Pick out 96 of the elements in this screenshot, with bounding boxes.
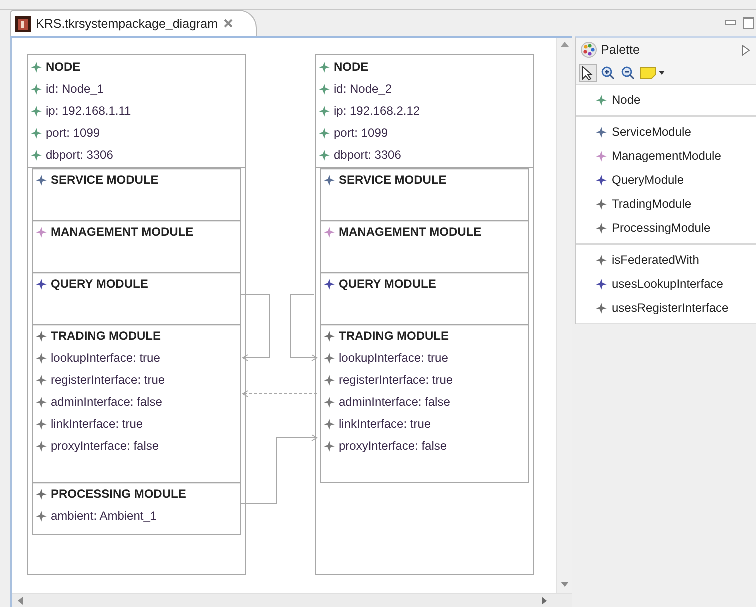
- property-icon: [319, 150, 330, 160]
- module-heading: SERVICE MODULE: [339, 173, 447, 187]
- palette-icon: [581, 42, 597, 58]
- property-icon: [36, 418, 47, 430]
- module-property: ambient: Ambient_1: [51, 509, 158, 523]
- node-property: dbport: 3306: [334, 148, 402, 162]
- palette-item[interactable]: ManagementModule: [576, 144, 756, 168]
- palette-item[interactable]: QueryModule: [576, 168, 756, 192]
- palette-item-icon: [596, 94, 607, 106]
- property-icon: [324, 352, 335, 364]
- zoom-in-tool[interactable]: [599, 64, 617, 82]
- select-tool[interactable]: [579, 64, 597, 82]
- palette-item-icon: [596, 222, 607, 234]
- property-icon: [36, 440, 47, 452]
- node-property: port: 1099: [46, 126, 100, 140]
- property-icon: [36, 510, 47, 522]
- palette-item-icon: [596, 150, 607, 162]
- module-icon: [36, 488, 47, 500]
- palette-item-icon: [596, 254, 607, 266]
- node-property: ip: 192.168.1.11: [46, 104, 132, 118]
- module-icon: [36, 278, 47, 290]
- property-icon: [36, 396, 47, 408]
- property-icon: [31, 150, 42, 160]
- module-property: registerInterface: true: [51, 373, 166, 387]
- module-property: adminInterface: false: [51, 395, 162, 409]
- scroll-up-icon[interactable]: [560, 42, 568, 47]
- node-property: ip: 192.168.2.12: [334, 104, 420, 118]
- dropdown-caret-icon[interactable]: [659, 71, 665, 75]
- node-property: port: 1099: [334, 126, 388, 140]
- node-heading: NODE: [334, 60, 369, 74]
- module-icon: [324, 226, 335, 238]
- node-icon: [31, 62, 42, 72]
- module-icon: [324, 330, 335, 342]
- palette-item-icon: [596, 174, 607, 186]
- scroll-left-icon[interactable]: [18, 596, 23, 604]
- module-icon: [36, 330, 47, 342]
- palette-item[interactable]: usesLookupInterface: [576, 272, 756, 296]
- horizontal-scrollbar[interactable]: [12, 593, 572, 607]
- palette-item-icon: [596, 302, 607, 314]
- module-heading: SERVICE MODULE: [51, 173, 159, 187]
- zoom-out-tool[interactable]: [619, 64, 637, 82]
- diagram-file-icon: [15, 16, 31, 32]
- node-heading: NODE: [46, 60, 81, 74]
- scroll-right-icon[interactable]: [542, 596, 547, 604]
- palette-item[interactable]: usesRegisterInterface: [576, 296, 756, 320]
- palette-item[interactable]: ProcessingModule: [576, 216, 756, 240]
- palette-item[interactable]: Node: [576, 88, 756, 112]
- module-heading: TRADING MODULE: [51, 329, 161, 343]
- module-heading: MANAGEMENT MODULE: [339, 225, 482, 239]
- property-icon: [324, 374, 335, 386]
- module-property: linkInterface: true: [339, 417, 432, 431]
- module-icon: [36, 174, 47, 186]
- module-heading: MANAGEMENT MODULE: [51, 225, 194, 239]
- module-heading: TRADING MODULE: [339, 329, 449, 343]
- editor-tab[interactable]: KRS.tkrsystempackage_diagram: [10, 10, 258, 36]
- property-icon: [324, 440, 335, 452]
- property-icon: [31, 84, 42, 94]
- vertical-scrollbar[interactable]: [556, 38, 572, 593]
- property-icon: [324, 418, 335, 430]
- module-icon: [324, 174, 335, 186]
- property-icon: [319, 84, 330, 94]
- module-heading: QUERY MODULE: [339, 277, 436, 291]
- node-property: dbport: 3306: [46, 148, 114, 162]
- property-icon: [36, 352, 47, 364]
- module-property: linkInterface: true: [51, 417, 144, 431]
- scroll-down-icon[interactable]: [560, 582, 568, 587]
- property-icon: [319, 128, 330, 138]
- module-property: registerInterface: true: [339, 373, 454, 387]
- property-icon: [31, 128, 42, 138]
- palette-item[interactable]: ServiceModule: [576, 120, 756, 144]
- property-icon: [319, 106, 330, 116]
- module-icon: [324, 278, 335, 290]
- collapse-icon[interactable]: [742, 44, 750, 56]
- module-heading: PROCESSING MODULE: [51, 487, 186, 501]
- palette-item-icon: [596, 278, 607, 290]
- palette-item[interactable]: isFederatedWith: [576, 248, 756, 272]
- palette-item-icon: [596, 126, 607, 138]
- maximize-icon[interactable]: [743, 17, 754, 29]
- property-icon: [36, 374, 47, 386]
- module-property: proxyInterface: false: [339, 439, 448, 453]
- node-property: id: Node_1: [46, 82, 104, 96]
- property-icon: [31, 106, 42, 116]
- module-property: lookupInterface: true: [339, 351, 448, 365]
- node-icon: [319, 62, 330, 72]
- palette-title: Palette: [601, 43, 641, 57]
- module-property: proxyInterface: false: [51, 439, 160, 453]
- node-property: id: Node_2: [334, 82, 392, 96]
- close-icon[interactable]: [223, 18, 234, 29]
- module-heading: QUERY MODULE: [51, 277, 148, 291]
- module-icon: [36, 226, 47, 238]
- module-property: lookupInterface: true: [51, 351, 160, 365]
- module-property: adminInterface: false: [339, 395, 450, 409]
- minimize-icon[interactable]: [725, 20, 737, 26]
- property-icon: [324, 396, 335, 408]
- palette-item[interactable]: TradingModule: [576, 192, 756, 216]
- palette-item-icon: [596, 198, 607, 210]
